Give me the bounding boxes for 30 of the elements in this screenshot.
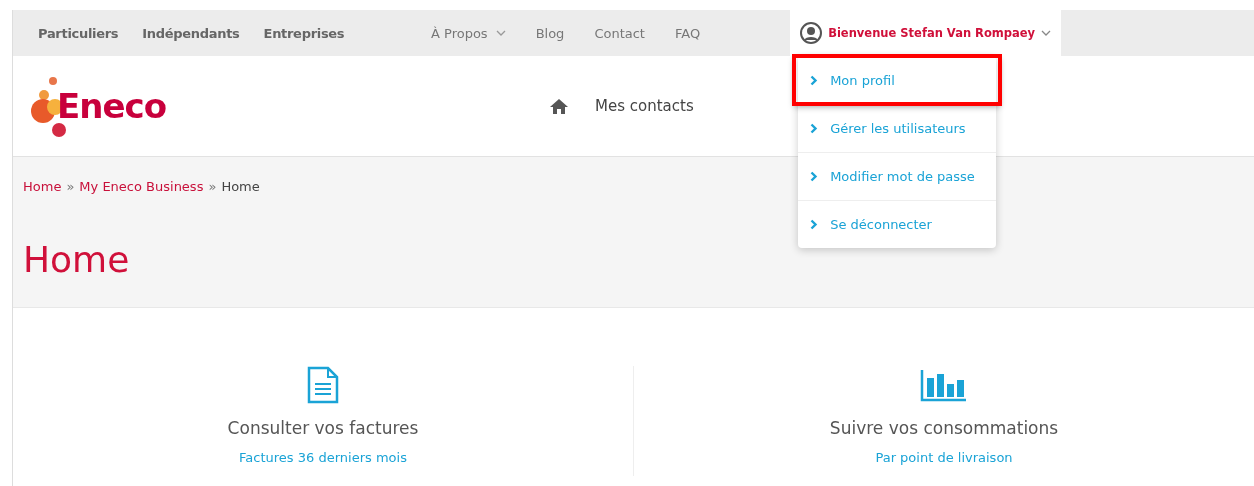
nav-link[interactable]: Entreprises	[263, 25, 345, 41]
nav-link[interactable]: Blog	[535, 25, 565, 41]
breadcrumb-separator: »	[66, 179, 75, 194]
document-icon	[307, 366, 339, 404]
chevron-icon	[810, 171, 819, 182]
breadcrumb-link[interactable]: Home	[23, 179, 62, 194]
home-icon[interactable]	[549, 97, 569, 115]
card-title: Suivre vos consommations	[829, 418, 1059, 438]
logo-text: Eneco	[57, 86, 166, 126]
user-avatar-icon	[800, 22, 823, 44]
eneco-logo[interactable]: Eneco	[27, 73, 549, 139]
nav-link[interactable]: Contact	[594, 25, 645, 41]
nav-link[interactable]: FAQ	[674, 25, 701, 41]
chevron-icon	[810, 74, 819, 86]
breadcrumb-link[interactable]: My Eneco Business	[79, 179, 204, 194]
card-link[interactable]: Par point de livraison	[875, 450, 1013, 465]
welcome-text: Bienvenue Stefan Van Rompaey	[828, 26, 1036, 40]
breadcrumb-separator: »	[208, 179, 217, 194]
menu-item[interactable]: Mon profil	[794, 56, 1001, 104]
card-title: Consulter vos factures	[227, 418, 419, 438]
chevron-icon	[810, 123, 819, 134]
nav-link[interactable]: Indépendants	[142, 25, 240, 41]
nav-link[interactable]: À Propos	[431, 25, 506, 41]
current-page-label: Home	[221, 179, 260, 194]
chevron-icon	[810, 219, 819, 230]
caret-icon	[1041, 30, 1052, 36]
card-link[interactable]: Factures 36 derniers mois	[239, 450, 407, 465]
nav-link[interactable]: Mes contacts	[595, 97, 694, 115]
nav-link[interactable]: Particuliers	[38, 25, 119, 41]
page-title: Home	[23, 239, 131, 280]
